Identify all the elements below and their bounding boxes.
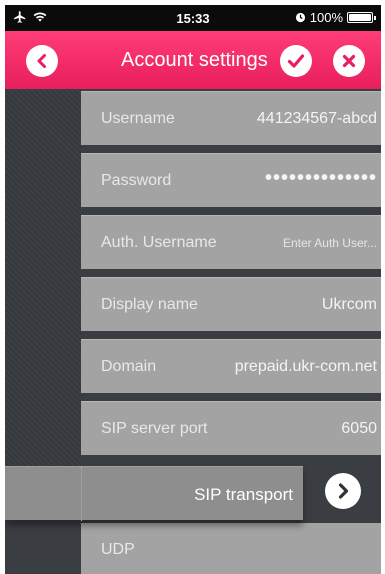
x-icon bbox=[342, 54, 356, 68]
confirm-button[interactable] bbox=[280, 45, 312, 77]
transport-option-udp[interactable]: UDP bbox=[81, 523, 381, 574]
display-name-label: Display name bbox=[101, 296, 198, 313]
username-value: 441234567-abcd bbox=[256, 110, 377, 127]
auth-username-row[interactable]: Auth. Username Enter Auth User... bbox=[81, 215, 381, 269]
transport-divider bbox=[81, 467, 82, 521]
chevron-left-icon bbox=[37, 54, 46, 68]
password-label: Password bbox=[101, 172, 172, 189]
password-row[interactable]: Password •••••••••••••• bbox=[81, 153, 381, 207]
password-value: •••••••••••••• bbox=[264, 167, 377, 189]
left-texture-strip bbox=[5, 89, 81, 469]
battery-fill bbox=[349, 14, 371, 21]
check-icon bbox=[287, 54, 305, 68]
auth-username-label: Auth. Username bbox=[101, 234, 217, 251]
app-frame: 15:33 100% Account settings Username 441… bbox=[5, 5, 381, 574]
alarm-icon bbox=[295, 12, 305, 23]
close-button[interactable] bbox=[333, 45, 365, 77]
domain-label: Domain bbox=[101, 358, 157, 375]
sip-transport-selector[interactable]: SIP transport bbox=[5, 466, 303, 521]
status-right: 100% bbox=[295, 10, 376, 25]
domain-row[interactable]: Domain prepaid.ukr-com.net bbox=[81, 339, 381, 393]
sip-server-port-row[interactable]: SIP server port 6050 bbox=[81, 401, 381, 455]
page-title: Account settings bbox=[121, 49, 268, 71]
username-label: Username bbox=[101, 110, 175, 127]
battery-icon bbox=[347, 12, 376, 23]
header-bar: Account settings bbox=[5, 31, 381, 89]
username-row[interactable]: Username 441234567-abcd bbox=[81, 91, 381, 145]
domain-value: prepaid.ukr-com.net bbox=[234, 358, 377, 375]
battery-percent: 100% bbox=[309, 10, 343, 25]
back-button[interactable] bbox=[26, 45, 58, 77]
left-strip-lower bbox=[5, 523, 81, 574]
sip-server-port-label: SIP server port bbox=[101, 420, 208, 437]
chevron-right-icon bbox=[338, 483, 349, 499]
display-name-value: Ukrcom bbox=[321, 296, 377, 313]
sip-transport-label: SIP transport bbox=[194, 485, 293, 504]
status-bar: 15:33 100% bbox=[5, 5, 381, 31]
sip-server-port-value: 6050 bbox=[341, 420, 377, 437]
auth-username-field[interactable]: Enter Auth User... bbox=[283, 236, 377, 250]
transport-option-label: UDP bbox=[101, 541, 135, 558]
sip-transport-expand-button[interactable] bbox=[325, 473, 361, 509]
display-name-row[interactable]: Display name Ukrcom bbox=[81, 277, 381, 331]
